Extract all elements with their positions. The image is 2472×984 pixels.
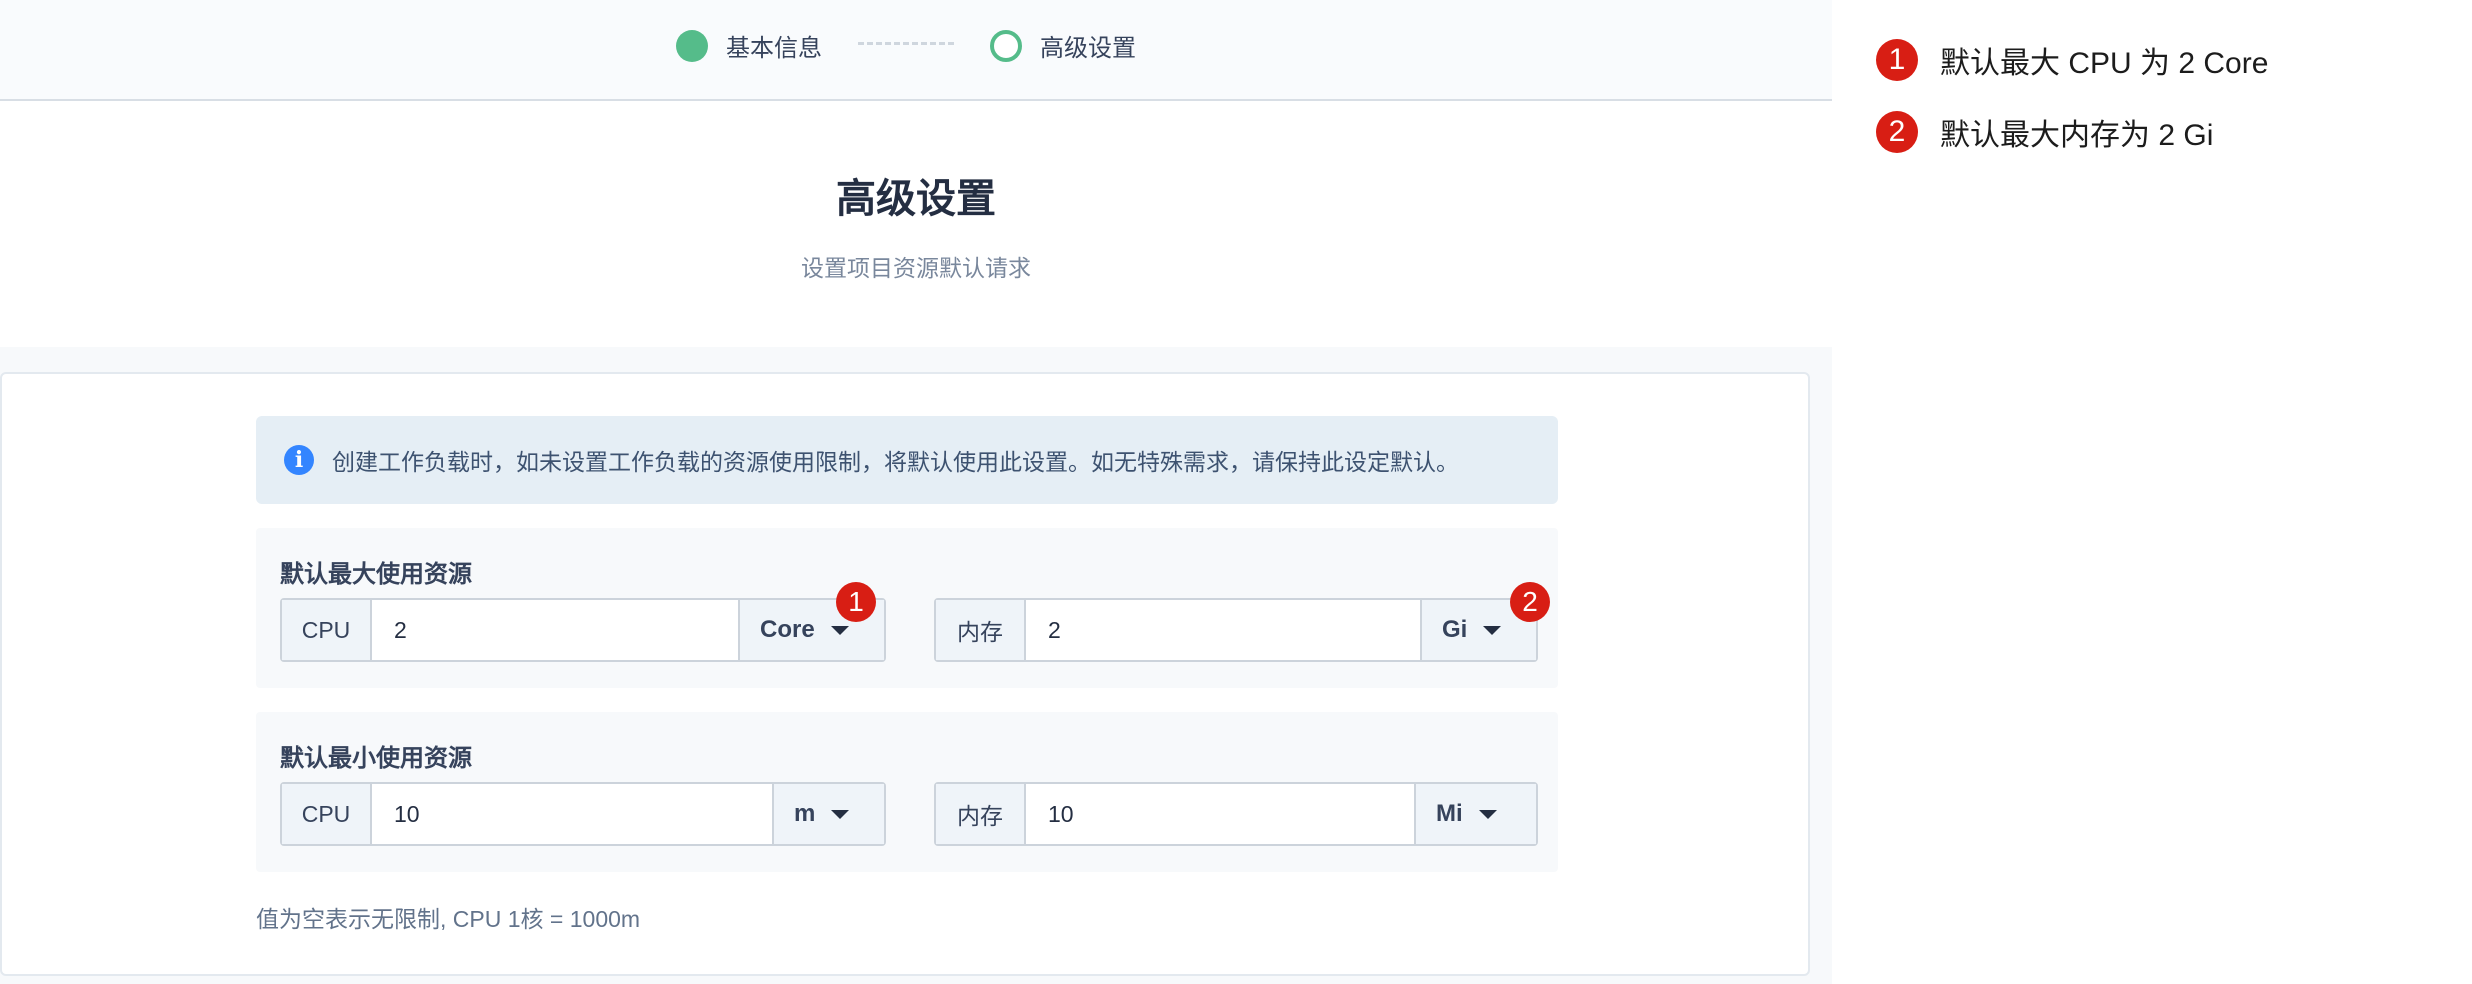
chevron-down-icon <box>831 809 850 819</box>
max-resources-group: 默认最大使用资源 CPU 2 Core 1 内存 2 Gi 2 <box>256 528 1558 688</box>
chevron-down-icon <box>830 625 849 635</box>
cpu-addon: CPU <box>282 600 372 660</box>
min-cpu-unit-select[interactable]: m <box>772 784 884 844</box>
step-basic-info[interactable]: 基本信息 <box>676 28 822 63</box>
legend-text: 默认最大内存为 2 Gi <box>1940 119 2214 152</box>
min-cpu-input[interactable]: 10 <box>372 784 772 844</box>
step-bar: 基本信息 高级设置 <box>0 0 1832 101</box>
step-done-icon <box>676 29 708 62</box>
alert-text: 创建工作负载时，如未设置工作负载的资源使用限制，将默认使用此设置。如无特殊需求，… <box>332 449 1459 475</box>
max-cpu-input[interactable]: 2 <box>372 600 738 660</box>
limit-note: 值为空表示无限制, CPU 1核 = 1000m <box>256 906 641 932</box>
info-icon: i <box>284 445 314 475</box>
group-label: 默认最小使用资源 <box>280 745 472 772</box>
annotation-badge-2: 2 <box>1876 111 1918 153</box>
page-subtitle: 设置项目资源默认请求 <box>801 255 1031 281</box>
annotation-badge-1: 1 <box>836 582 876 622</box>
chevron-down-icon <box>1478 809 1497 819</box>
unit-label: Core <box>760 616 815 643</box>
annotation-badge-1: 1 <box>1876 39 1918 81</box>
legend-text: 默认最大 CPU 为 2 Core <box>1940 47 2269 80</box>
memory-addon: 内存 <box>936 784 1026 844</box>
min-memory-input[interactable]: 10 <box>1026 784 1414 844</box>
settings-card: i 创建工作负载时，如未设置工作负载的资源使用限制，将默认使用此设置。如无特殊需… <box>0 372 1810 976</box>
max-cpu-field: CPU 2 Core <box>280 598 886 662</box>
max-memory-field: 内存 2 Gi <box>934 598 1538 662</box>
chevron-down-icon <box>1483 625 1502 635</box>
main-panel: 基本信息 高级设置 高级设置 设置项目资源默认请求 i 创建工作负载时，如未设置… <box>0 0 1832 984</box>
step-label: 基本信息 <box>726 35 822 62</box>
step-label: 高级设置 <box>1040 35 1136 62</box>
annotation-badge-2: 2 <box>1510 582 1550 622</box>
memory-addon: 内存 <box>936 600 1026 660</box>
min-cpu-field: CPU 10 m <box>280 782 886 846</box>
unit-label: m <box>794 800 816 827</box>
max-memory-input[interactable]: 2 <box>1026 600 1420 660</box>
step-active-icon <box>990 29 1022 62</box>
group-label: 默认最大使用资源 <box>280 561 472 588</box>
info-alert: i 创建工作负载时，如未设置工作负载的资源使用限制，将默认使用此设置。如无特殊需… <box>256 416 1558 504</box>
unit-label: Gi <box>1442 616 1468 643</box>
page-title: 高级设置 <box>836 177 996 221</box>
min-memory-field: 内存 10 Mi <box>934 782 1538 846</box>
page-header: 高级设置 设置项目资源默认请求 <box>0 101 1832 347</box>
unit-label: Mi <box>1436 800 1463 827</box>
min-memory-unit-select[interactable]: Mi <box>1414 784 1536 844</box>
step-advanced-settings[interactable]: 高级设置 <box>990 28 1136 63</box>
cpu-addon: CPU <box>282 784 372 844</box>
min-resources-group: 默认最小使用资源 CPU 10 m 内存 10 Mi <box>256 712 1558 872</box>
step-connector <box>858 42 954 45</box>
legend-item-1: 1 默认最大 CPU 为 2 Core <box>1876 38 2268 82</box>
legend-item-2: 2 默认最大内存为 2 Gi <box>1876 110 2213 154</box>
